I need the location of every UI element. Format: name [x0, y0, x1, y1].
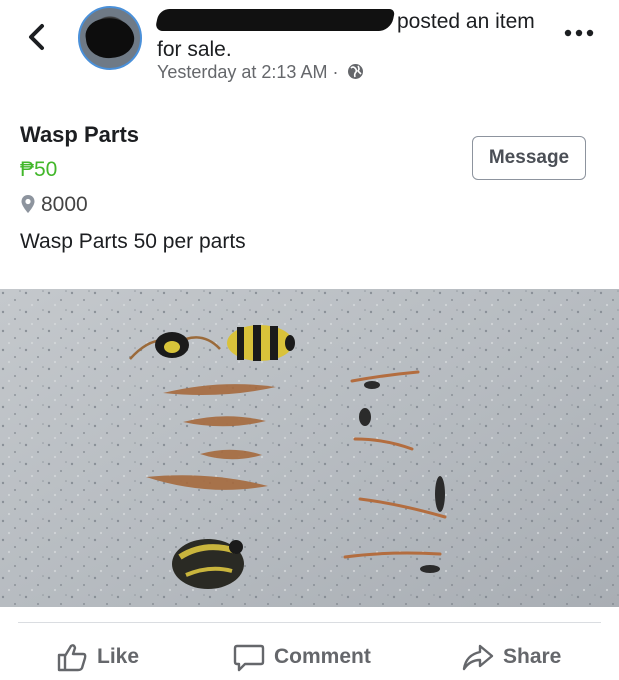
post-header: posted an item for sale. Yesterday at 2:… — [0, 0, 619, 100]
location-pin-icon — [21, 195, 35, 213]
comment-bubble-icon — [233, 644, 265, 672]
globe-icon — [348, 64, 364, 79]
listing-title: Wasp Parts — [20, 122, 140, 147]
listing-price: ₱50 — [20, 158, 58, 181]
comment-label: Comment — [274, 645, 371, 668]
listing-description: Wasp Parts 50 per parts — [20, 230, 246, 253]
avatar[interactable] — [78, 6, 142, 70]
listing-photo[interactable] — [0, 289, 619, 607]
redacted-author-name[interactable] — [154, 9, 396, 31]
like-button[interactable]: Like — [56, 642, 139, 672]
post-timestamp-row: Yesterday at 2:13 AM · — [157, 62, 364, 83]
share-label: Share — [503, 645, 562, 668]
redaction-mark — [83, 14, 137, 62]
message-button[interactable]: Message — [472, 136, 586, 180]
share-button[interactable]: Share — [462, 642, 561, 672]
separator-dot: · — [332, 62, 339, 82]
post-timestamp[interactable]: Yesterday at 2:13 AM — [157, 62, 327, 82]
post-actions-bar: Like Comment Share — [0, 634, 619, 680]
location-text: 8000 — [41, 193, 88, 216]
comment-button[interactable]: Comment — [233, 642, 371, 672]
divider — [18, 622, 601, 623]
wasp-thorax — [172, 539, 244, 589]
share-arrow-icon — [462, 644, 494, 671]
like-label: Like — [97, 645, 140, 668]
thumbs-up-icon — [57, 644, 87, 672]
post-author-line: posted an item for sale. — [154, 8, 537, 64]
more-dots-icon[interactable] — [562, 26, 596, 40]
listing-location: 8000 — [20, 193, 88, 217]
chevron-left-icon[interactable] — [22, 20, 52, 54]
